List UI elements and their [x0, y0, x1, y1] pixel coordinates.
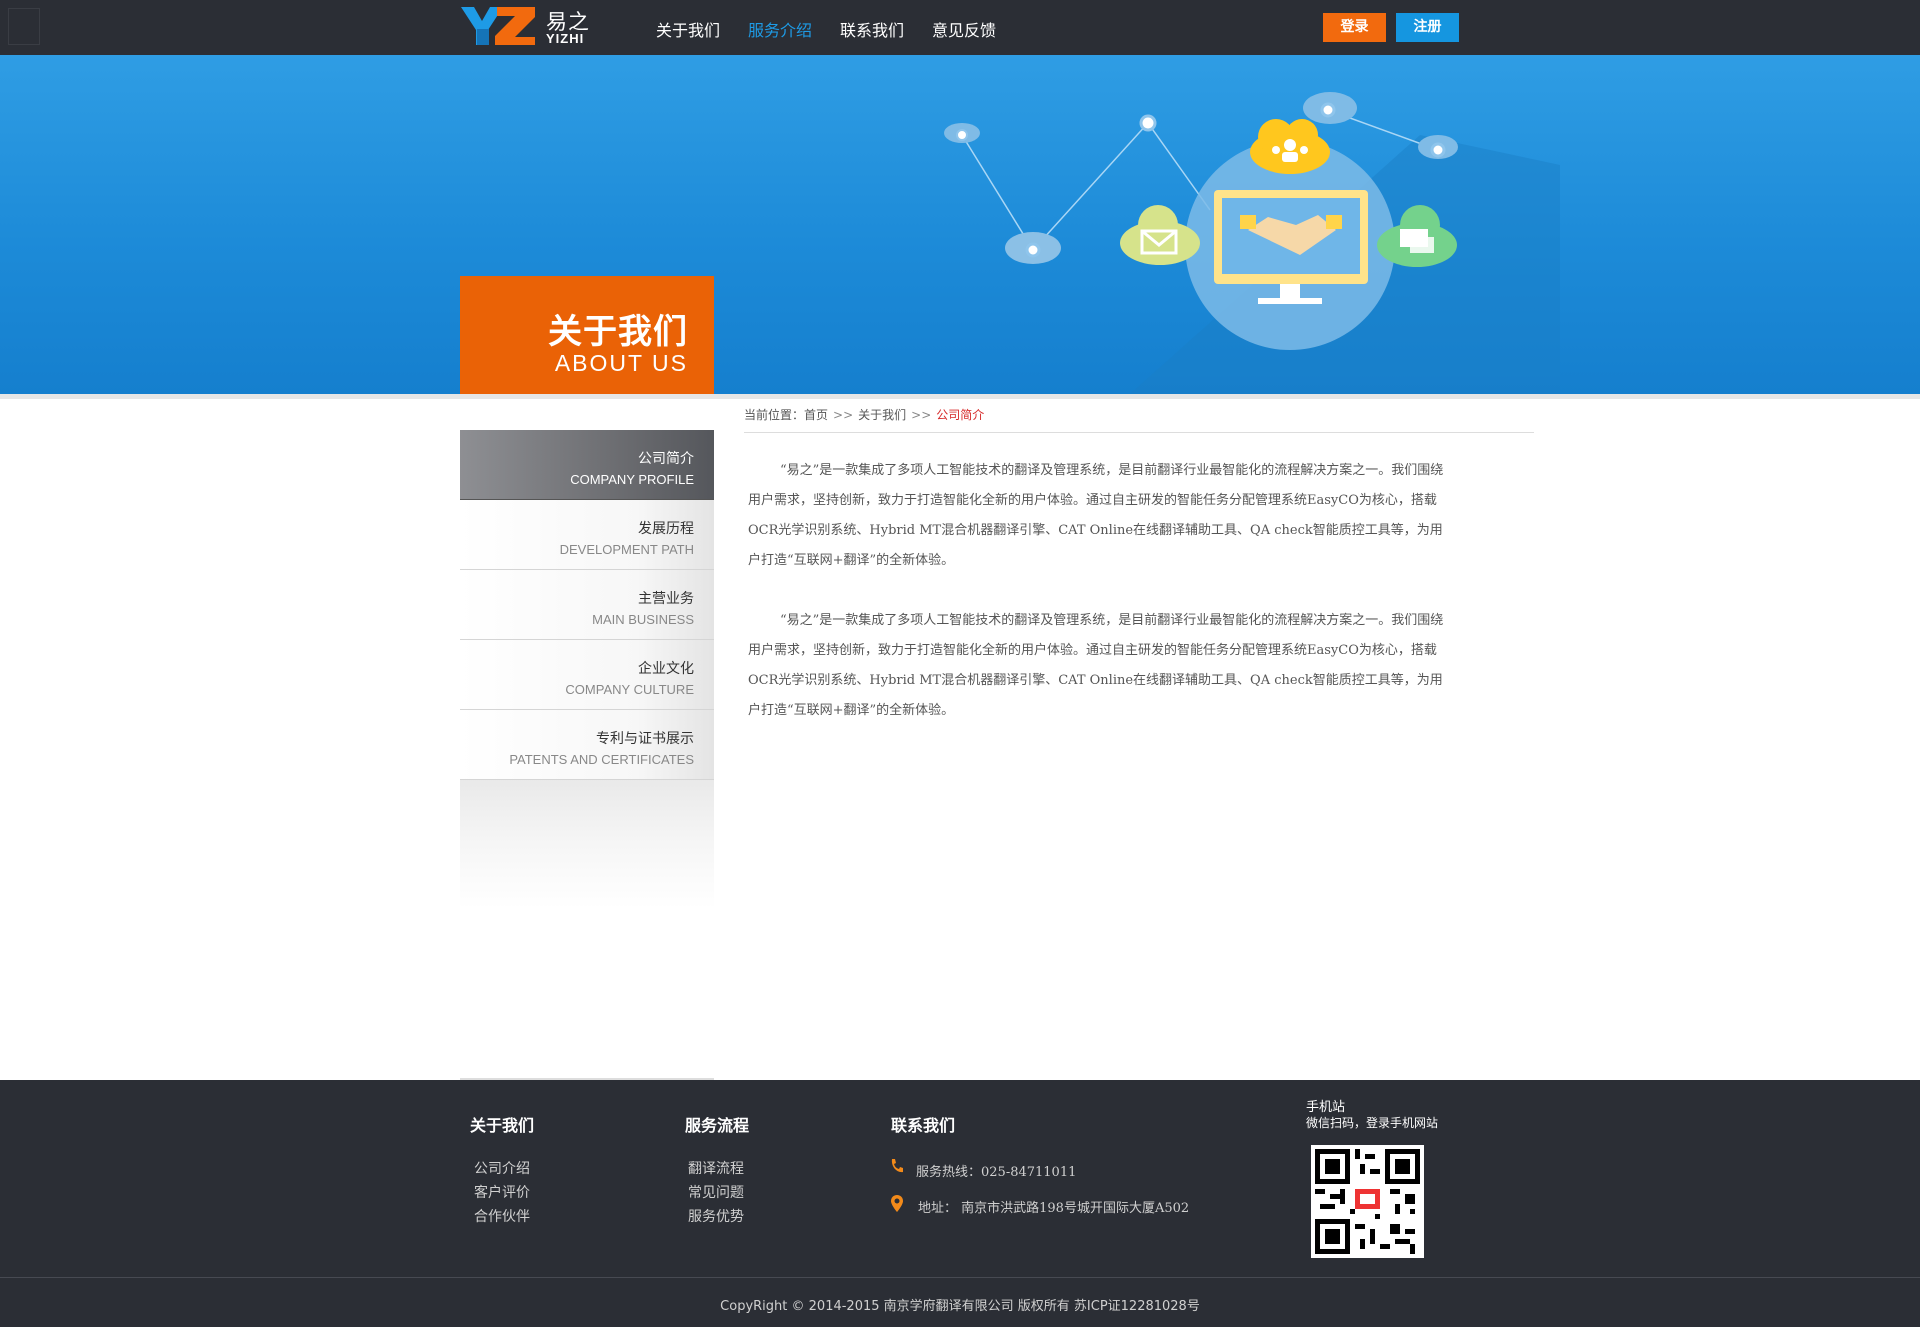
footer-address: 地址： 南京市洪武路198号城开国际大厦A502 [918, 1201, 1190, 1216]
footer-service-title: 服务流程 [685, 1116, 750, 1135]
footer-link-customer-reviews[interactable]: 客户评价 [474, 1182, 530, 1202]
nav-feedback[interactable]: 意见反馈 [932, 17, 996, 41]
sidebar-item-label-en: MAIN BUSINESS [592, 612, 694, 627]
hero-banner: 关于我们 ABOUT US [0, 55, 1920, 394]
sidebar-menu: 公司简介 COMPANY PROFILE 发展历程 DEVELOPMENT PA… [460, 399, 714, 1080]
footer-about-title: 关于我们 [470, 1116, 535, 1135]
nav-services[interactable]: 服务介绍 [748, 17, 812, 41]
sidebar-item-patents-certificates[interactable]: 专利与证书展示 PATENTS AND CERTIFICATES [460, 710, 714, 780]
footer-link-faq[interactable]: 常见问题 [688, 1182, 744, 1202]
breadcrumb-prefix: 当前位置： [744, 408, 805, 422]
sidebar-item-label-en: DEVELOPMENT PATH [559, 542, 694, 557]
sidebar-item-label-cn: 主营业务 [638, 591, 694, 607]
banner-bottom-strip [0, 394, 1920, 399]
footer-link-partners[interactable]: 合作伙伴 [474, 1206, 530, 1226]
breadcrumb-divider [744, 432, 1534, 433]
register-button[interactable]: 注册 [1396, 13, 1459, 42]
logo-english-text: YIZHI [546, 31, 585, 46]
footer-link-advantages[interactable]: 服务优势 [688, 1206, 744, 1226]
about-us-title-en: ABOUT US [554, 350, 688, 376]
breadcrumb-parent-link[interactable]: 关于我们 [858, 408, 906, 422]
footer-link-translation-process[interactable]: 翻译流程 [688, 1158, 744, 1178]
sidebar-item-label-cn: 发展历程 [638, 521, 694, 537]
sidebar-item-company-profile[interactable]: 公司简介 COMPANY PROFILE [460, 430, 714, 500]
sidebar-item-label-cn: 公司简介 [638, 451, 694, 467]
sidebar-fade [460, 779, 714, 909]
mobile-site-subtitle: 微信扫码，登录手机网站 [1306, 1116, 1439, 1130]
qr-code-image [1311, 1145, 1424, 1258]
breadcrumb-separator: >> [911, 408, 932, 422]
about-us-title-cn: 关于我们 [548, 312, 688, 352]
breadcrumb-separator: >> [833, 408, 854, 422]
sidebar-item-label-en: PATENTS AND CERTIFICATES [509, 752, 694, 767]
footer-contact-title: 联系我们 [891, 1116, 956, 1135]
about-us-title-block: 关于我们 ABOUT US [460, 276, 714, 394]
sidebar-item-label-cn: 企业文化 [638, 661, 694, 677]
breadcrumb-current: 公司简介 [936, 408, 985, 422]
breadcrumb: 当前位置：首页 >> 关于我们 >> 公司简介 [744, 406, 984, 423]
footer-hotline: 服务热线：025-84711011 [916, 1165, 1077, 1180]
mail-cloud-icon [1120, 205, 1200, 265]
nav-contact-us[interactable]: 联系我们 [840, 17, 904, 41]
breadcrumb-home-link[interactable]: 首页 [804, 408, 828, 422]
phone-icon [891, 1159, 903, 1173]
sidebar-item-development-path[interactable]: 发展历程 DEVELOPMENT PATH [460, 500, 714, 570]
sidebar-item-label-en: COMPANY CULTURE [565, 682, 694, 697]
site-footer: 关于我们 公司介绍 客户评价 合作伙伴 服务流程 翻译流程 常见问题 服务优势 … [0, 1080, 1920, 1327]
top-navbar: 易之 YIZHI 关于我们 服务介绍 联系我们 意见反馈 登录 注册 [0, 0, 1920, 55]
copyright-text: CopyRight © 2014-2015 南京学府翻译有限公司 版权所有 苏I… [720, 1299, 1200, 1314]
sidebar-item-company-culture[interactable]: 企业文化 COMPANY CULTURE [460, 640, 714, 710]
sidebar-item-main-business[interactable]: 主营业务 MAIN BUSINESS [460, 570, 714, 640]
footer-divider [0, 1277, 1920, 1278]
mobile-site-title: 手机站 [1306, 1100, 1346, 1115]
people-cloud-icon [1250, 119, 1330, 174]
sidebar-item-label-en: COMPANY PROFILE [570, 472, 694, 487]
footer-link-company-intro[interactable]: 公司介绍 [474, 1158, 530, 1178]
corner-frame [8, 8, 40, 45]
nav-about-us[interactable]: 关于我们 [656, 17, 720, 41]
sidebar-item-label-cn: 专利与证书展示 [596, 731, 694, 747]
banner-illustration [944, 92, 1560, 394]
content-paragraph: “易之”是一款集成了多项人工智能技术的翻译及管理系统，是目前翻译行业最智能化的流… [748, 613, 1444, 718]
location-pin-icon [891, 1195, 903, 1212]
qr-code-icon [1315, 1149, 1420, 1254]
main-nav: 关于我们 服务介绍 联系我们 意见反馈 [656, 17, 1024, 41]
content-paragraph: “易之”是一款集成了多项人工智能技术的翻译及管理系统，是目前翻译行业最智能化的流… [748, 463, 1444, 568]
login-button[interactable]: 登录 [1323, 13, 1386, 42]
